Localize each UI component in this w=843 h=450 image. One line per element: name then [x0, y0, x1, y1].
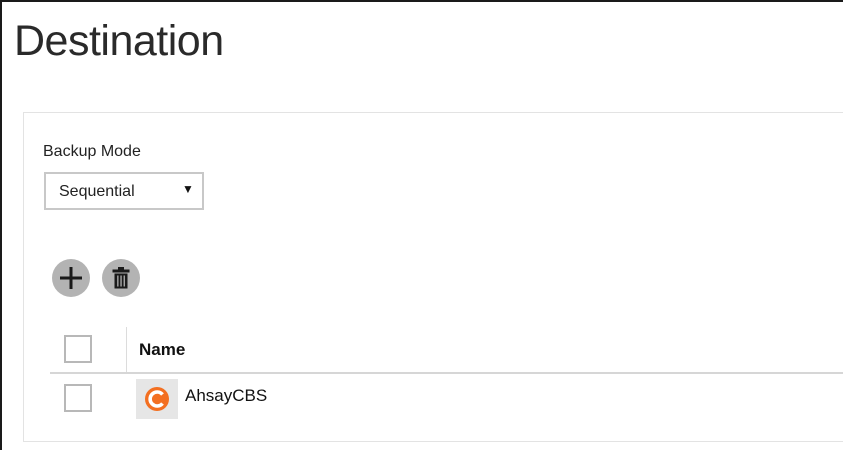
table-header-divider — [50, 372, 843, 374]
page-title: Destination — [14, 17, 224, 65]
ahsay-logo-icon — [136, 379, 178, 419]
backup-mode-label: Backup Mode — [43, 143, 141, 160]
delete-destination-button[interactable] — [102, 259, 140, 297]
backup-mode-select[interactable]: Sequential ▼ — [44, 172, 204, 210]
plus-icon — [60, 267, 82, 289]
backup-mode-selected-value: Sequential — [59, 183, 135, 200]
column-header-name[interactable]: Name — [139, 340, 185, 360]
dropdown-arrow-icon: ▼ — [182, 182, 194, 196]
trash-icon — [112, 267, 130, 289]
add-destination-button[interactable] — [52, 259, 90, 297]
destination-name[interactable]: AhsayCBS — [185, 386, 267, 406]
column-divider — [126, 327, 127, 372]
row-checkbox[interactable] — [64, 384, 92, 412]
select-all-checkbox[interactable] — [64, 335, 92, 363]
